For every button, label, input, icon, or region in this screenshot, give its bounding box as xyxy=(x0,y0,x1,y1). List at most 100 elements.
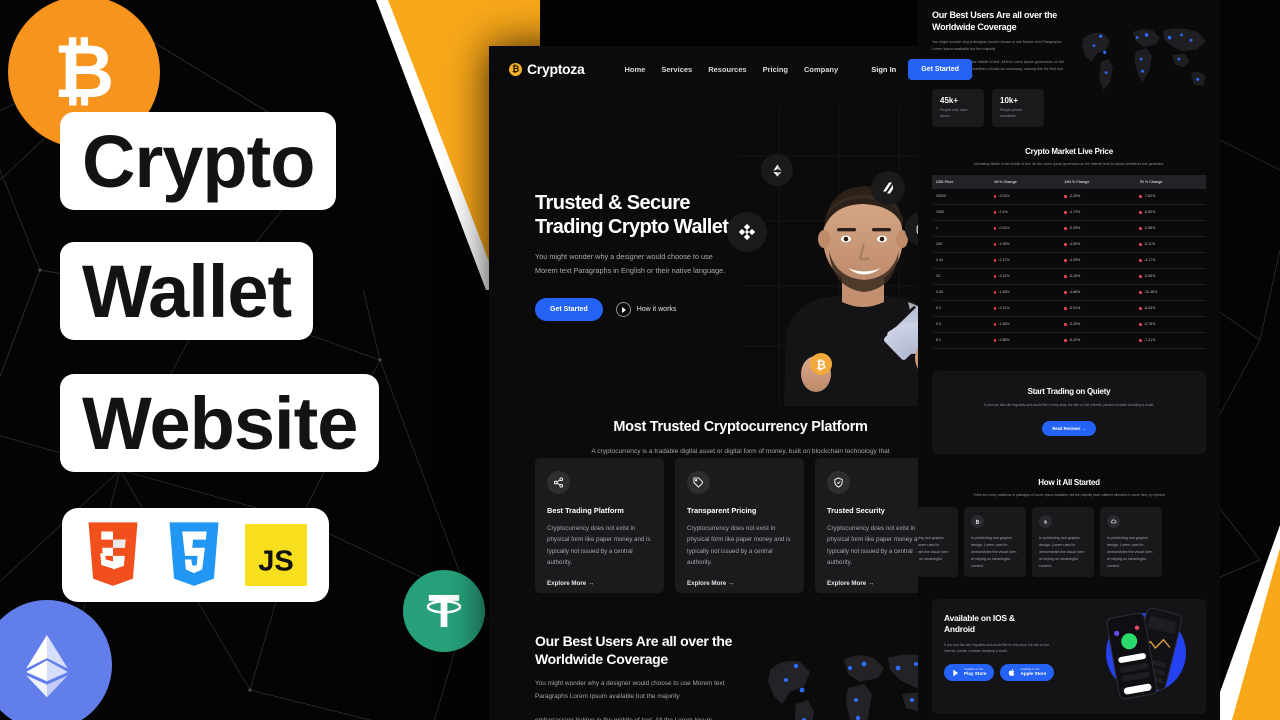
sign-in-link[interactable]: Sign In xyxy=(871,65,896,74)
explore-more-link[interactable]: Explore More → xyxy=(547,580,652,587)
cell-change-h24: -2.26% xyxy=(1060,188,1136,205)
cell-usd-price: 0.06 xyxy=(932,284,990,301)
how-started-card[interactable]: In publishing and graphic design, Lorem … xyxy=(918,507,958,578)
how-started-text: In publishing and graphic design, Lorem … xyxy=(1039,536,1085,568)
table-row: 29000 -3.01% -2.26% -7.62% xyxy=(932,188,1206,205)
table-row: 8.1 -2.88% -6.42% -7.21% xyxy=(932,332,1206,349)
hero-section: Trusted & Secure Trading Crypto Wallet Y… xyxy=(489,92,992,407)
cell-change-h24: -5.91% xyxy=(1060,300,1136,317)
dollar-icon: $ xyxy=(1039,515,1052,529)
feature-cards: Best Trading Platform Cryptocurrency doe… xyxy=(535,458,945,593)
cell-usd-price: 29000 xyxy=(932,188,990,205)
feature-card-pricing[interactable]: Transparent Pricing Cryptocurrency does … xyxy=(675,458,804,593)
change-down-dot-icon xyxy=(1139,211,1142,214)
feature-card-trading[interactable]: Best Trading Platform Cryptocurrency doe… xyxy=(535,458,664,593)
cell-change-d7: -6.78% xyxy=(1135,316,1206,333)
feature-card-title: Transparent Pricing xyxy=(687,506,757,515)
svg-text:₿: ₿ xyxy=(975,518,979,525)
hero-title: Trusted & Secure Trading Crypto Wallet xyxy=(535,192,729,238)
play-icon xyxy=(615,302,631,318)
arrow-right-icon: → xyxy=(727,579,735,587)
read-reviews-button[interactable]: Read Reviews → xyxy=(1042,421,1096,437)
css3-badge xyxy=(169,522,218,586)
cell-usd-price: 1 xyxy=(932,220,990,237)
change-down-dot-icon xyxy=(1064,211,1067,214)
apple-icon xyxy=(1009,669,1015,677)
nav-item-services[interactable]: Services xyxy=(661,65,692,74)
site-navbar: ₿ Cryptoza Home Services Resources Prici… xyxy=(489,46,992,92)
apps-subtitle: If you use this site regularly and would… xyxy=(944,642,1050,653)
explore-more-link[interactable]: Explore More → xyxy=(687,580,792,587)
cell-usd-price: 0.44 xyxy=(932,252,990,269)
change-down-dot-icon xyxy=(1139,243,1142,246)
hero-paragraph: You might wonder why a designer would ch… xyxy=(535,252,726,275)
col-1h-change: 1H % Change xyxy=(989,174,1061,189)
platform-title: Most Trusted Cryptocurrency Platform xyxy=(613,419,868,435)
nav-item-home[interactable]: Home xyxy=(625,65,646,74)
cell-change-h1: -2.17% xyxy=(989,252,1061,269)
svg-text:₿: ₿ xyxy=(54,30,114,113)
how-started-card[interactable]: ₿ In publishing and graphic design, Lore… xyxy=(964,507,1026,578)
play-store-button[interactable]: Available on the Play Store xyxy=(944,664,995,682)
nav-item-resources[interactable]: Resources xyxy=(708,65,746,74)
cell-change-h24: -4.05% xyxy=(1060,252,1136,269)
col-usd-price: USD Price xyxy=(932,174,990,189)
apps-title: Available on IOS & Android xyxy=(944,613,1015,635)
start-trading-section: Start Trading on Quiety If you use this … xyxy=(918,358,1220,471)
change-down-dot-icon xyxy=(1064,275,1067,278)
cell-change-d7: -0.56% xyxy=(1135,220,1206,237)
table-row: 1900 -2.4% -4.73% -8.80% xyxy=(932,204,1206,221)
change-down-dot-icon xyxy=(993,291,997,294)
how-started-text: In publishing and graphic design, Lorem … xyxy=(1107,536,1153,568)
market-section: Crypto Market Live Price Morrasing hidde… xyxy=(918,140,1220,359)
cell-change-d7: -8.44% xyxy=(1135,300,1206,317)
svg-text:₿: ₿ xyxy=(816,358,826,372)
table-header-row: USD Price 1H % Change 24H % Change 7D % … xyxy=(932,174,1206,189)
shield-icon xyxy=(827,471,850,494)
share-icon xyxy=(547,471,570,494)
get-started-button[interactable]: Get Started xyxy=(908,58,972,80)
change-down-dot-icon xyxy=(1139,307,1142,310)
change-down-dot-icon xyxy=(993,307,997,310)
explore-more-label: Explore More xyxy=(547,579,587,587)
table-row: 6.3 -2.11% -5.91% -8.44% xyxy=(932,300,1206,317)
stat-value: 45k+ xyxy=(940,96,959,106)
cell-change-h1: -2.11% xyxy=(989,300,1061,317)
worldwide-paragraph-2: embarrassing hidden in the middle of tex… xyxy=(535,715,735,720)
change-down-dot-icon xyxy=(993,275,997,278)
cell-change-d7: -7.62% xyxy=(1135,188,1206,205)
feature-card-text: Cryptocurrency does not exist in physica… xyxy=(687,525,791,567)
apple-store-button[interactable]: Available on the Apple Store xyxy=(1000,664,1055,682)
explore-more-link[interactable]: Explore More → xyxy=(827,580,932,587)
stat-card: 45k+ People who have joined xyxy=(932,89,984,127)
ethereum-icon xyxy=(761,154,793,186)
nav-item-company[interactable]: Company xyxy=(804,65,838,74)
change-down-dot-icon xyxy=(1064,195,1067,198)
cell-change-d7: -6.11% xyxy=(1135,236,1206,253)
binance-icon xyxy=(727,212,767,252)
side-website-mockup: Our Best Users Are all over the Worldwid… xyxy=(918,0,1220,720)
change-down-dot-icon xyxy=(1064,307,1067,310)
hero-get-started-button[interactable]: Get Started xyxy=(535,298,603,322)
change-down-dot-icon xyxy=(993,211,997,214)
store-big-label: Play Store xyxy=(964,671,987,677)
cell-change-h24: -4.50% xyxy=(1060,236,1136,253)
cell-change-h1: -1.95% xyxy=(989,236,1061,253)
change-down-dot-icon xyxy=(993,227,997,230)
brand-name: Cryptoza xyxy=(527,61,585,77)
how-started-section: How it All Started There are many variat… xyxy=(918,470,1220,590)
nav-item-pricing[interactable]: Pricing xyxy=(763,65,788,74)
how-it-works-link[interactable]: How it works xyxy=(615,302,676,318)
change-down-dot-icon xyxy=(1064,291,1067,294)
store-big-label: Apple Store xyxy=(1020,671,1047,677)
how-started-card[interactable]: In publishing and graphic design, Lorem … xyxy=(1100,507,1162,578)
how-started-card[interactable]: $ In publishing and graphic design, Lore… xyxy=(1032,507,1094,578)
svg-text:JS: JS xyxy=(258,546,294,578)
market-title: Crypto Market Live Price xyxy=(1025,146,1113,156)
table-row: 23 -3.12% -5.18% -9.06% xyxy=(932,268,1206,285)
start-trading-card: Start Trading on Quiety If you use this … xyxy=(932,370,1206,455)
promo-title-line-1: Crypto xyxy=(60,112,337,210)
brand-logo[interactable]: ₿ Cryptoza xyxy=(509,61,585,77)
worldwide-paragraph-1: You might wonder why a designer would ch… xyxy=(535,680,725,700)
change-down-dot-icon xyxy=(1139,227,1142,230)
